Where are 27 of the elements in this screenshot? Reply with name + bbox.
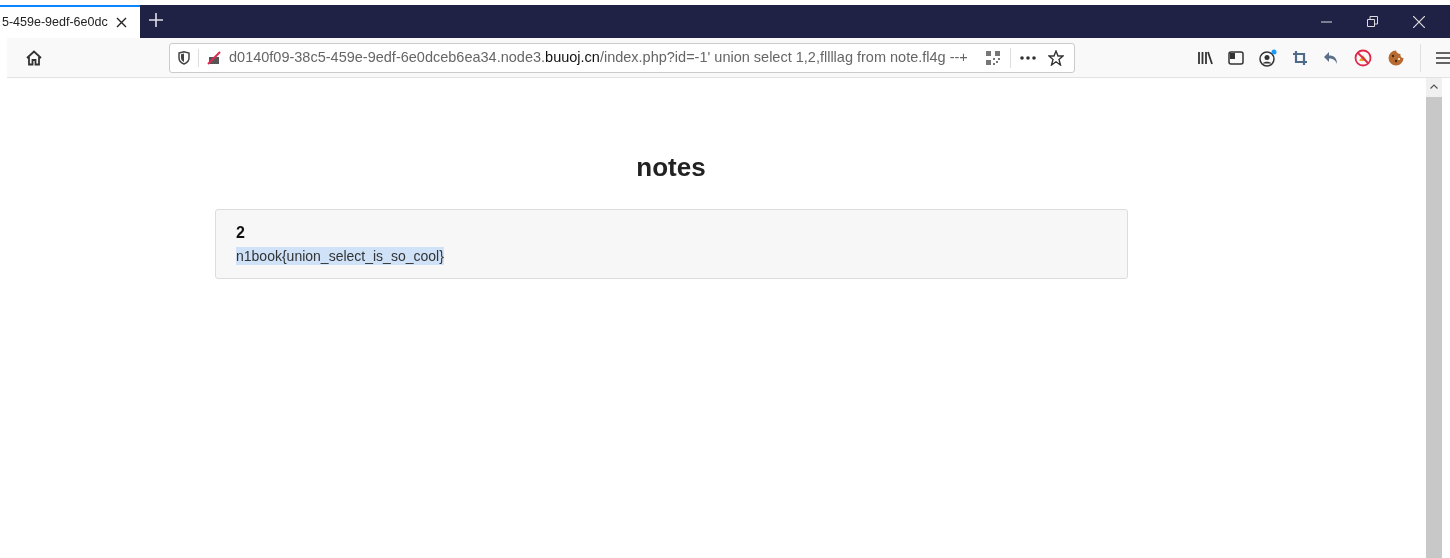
- shield-icon: [178, 50, 190, 65]
- cookie-icon[interactable]: [1387, 48, 1405, 67]
- library-icon[interactable]: [1197, 50, 1213, 65]
- crop-icon[interactable]: [1292, 49, 1308, 66]
- menu-icon[interactable]: [1436, 51, 1450, 64]
- more-icon[interactable]: [1020, 55, 1036, 60]
- minimize-icon[interactable]: [1321, 20, 1332, 23]
- qr-code-icon[interactable]: [985, 49, 1001, 66]
- home-icon[interactable]: [26, 49, 42, 66]
- note-title: 2: [236, 223, 245, 243]
- insecure-lock-icon[interactable]: [207, 50, 221, 65]
- browser-tab[interactable]: 5-459e-9edf-6e0dc: [0, 5, 140, 38]
- note-body: n1book{union_select_is_so_cool}: [236, 247, 444, 265]
- scrollbar[interactable]: [1426, 78, 1442, 558]
- account-icon[interactable]: [1259, 48, 1277, 67]
- restore-icon[interactable]: [1367, 16, 1378, 27]
- star-icon[interactable]: [1048, 49, 1064, 66]
- page-heading: notes: [635, 151, 707, 183]
- close-icon[interactable]: [115, 17, 127, 28]
- undo-icon[interactable]: [1323, 50, 1339, 65]
- tab-title: 5-459e-9edf-6e0dc: [2, 14, 108, 32]
- blocked-icon[interactable]: [1354, 48, 1372, 67]
- new-tab-icon[interactable]: [149, 13, 163, 27]
- scroll-up-icon[interactable]: [1430, 84, 1438, 89]
- url-text: d0140f09-38c5-459e-9edf-6e0dceb6ea34.node3.buuoj.cn/index.php?id=-1' union select 1,2,fllllag from note.fl4g --+: [229, 47, 969, 67]
- sidebar-icon[interactable]: [1228, 50, 1244, 65]
- address-bar[interactable]: d0140f09-38c5-459e-9edf-6e0dceb6ea34.node3.buuoj.cn/index.php?id=-1' union select 1,2,fllllag from note.fl4g --+: [169, 42, 1075, 73]
